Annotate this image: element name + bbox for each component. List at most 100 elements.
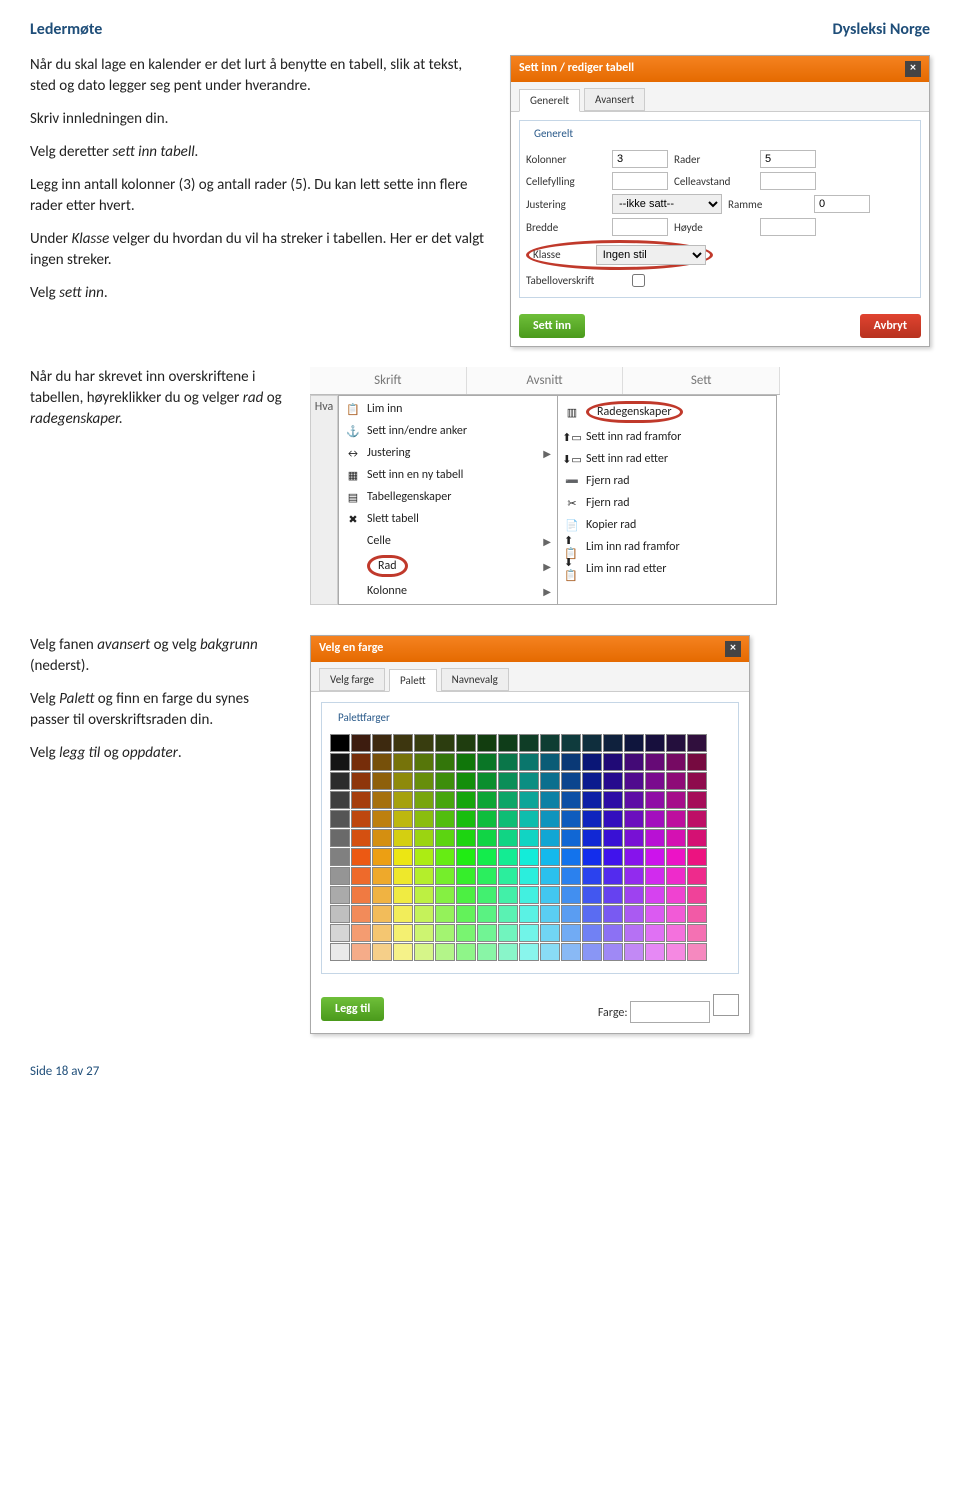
color-swatch[interactable] [624,810,644,828]
color-swatch[interactable] [540,905,560,923]
color-swatch[interactable] [477,886,497,904]
color-swatch[interactable] [603,867,623,885]
color-swatch[interactable] [435,753,455,771]
color-swatch[interactable] [414,924,434,942]
color-swatch[interactable] [393,943,413,961]
menu-item[interactable]: ▥Radegenskaper [558,398,776,426]
color-swatch[interactable] [645,829,665,847]
color-swatch[interactable] [561,848,581,866]
color-dialog-titlebar[interactable]: Velg en farge × [311,636,749,662]
color-swatch[interactable] [540,867,560,885]
color-swatch[interactable] [666,867,686,885]
color-swatch[interactable] [330,905,350,923]
color-swatch[interactable] [372,810,392,828]
color-swatch[interactable] [519,772,539,790]
color-swatch[interactable] [393,810,413,828]
menu-item[interactable]: ↔Justering▶ [339,442,557,464]
color-swatch[interactable] [624,734,644,752]
color-swatch[interactable] [330,924,350,942]
color-swatch[interactable] [372,886,392,904]
dialog-titlebar[interactable]: Sett inn / rediger tabell × [511,56,929,82]
close-icon[interactable]: × [725,641,741,657]
menu-item[interactable]: ✂Fjern rad [558,492,776,514]
color-swatch[interactable] [351,791,371,809]
color-swatch[interactable] [498,810,518,828]
menu-item[interactable]: Celle▶ [339,530,557,552]
color-swatch[interactable] [393,829,413,847]
color-swatch[interactable] [624,848,644,866]
color-swatch[interactable] [372,829,392,847]
close-icon[interactable]: × [905,61,921,77]
color-swatch[interactable] [582,753,602,771]
menu-item[interactable]: ✖Slett tabell [339,508,557,530]
menu-item[interactable]: 📄Kopier rad [558,514,776,536]
input-kolonner[interactable] [612,150,668,168]
tab-skrift[interactable]: Skrift [310,367,467,394]
color-swatch[interactable] [498,772,518,790]
input-celleavstand[interactable] [760,172,816,190]
legg-til-button[interactable]: Legg til [321,997,384,1021]
color-swatch[interactable] [330,753,350,771]
color-swatch[interactable] [351,905,371,923]
color-swatch[interactable] [393,905,413,923]
color-swatch[interactable] [498,753,518,771]
color-swatch[interactable] [393,848,413,866]
sett-inn-button[interactable]: Sett inn [519,314,585,338]
color-swatch[interactable] [687,734,707,752]
color-swatch[interactable] [582,943,602,961]
color-swatch[interactable] [372,943,392,961]
color-swatch[interactable] [456,943,476,961]
color-swatch[interactable] [351,943,371,961]
color-swatch[interactable] [456,734,476,752]
color-swatch[interactable] [603,829,623,847]
color-swatch[interactable] [687,810,707,828]
color-swatch[interactable] [561,772,581,790]
checkbox-tabelloverskrift[interactable] [632,274,645,287]
color-swatch[interactable] [540,848,560,866]
color-swatch[interactable] [519,886,539,904]
color-swatch[interactable] [561,886,581,904]
avbryt-button[interactable]: Avbryt [860,314,921,338]
color-swatch[interactable] [666,772,686,790]
color-swatch[interactable] [372,734,392,752]
color-swatch[interactable] [498,734,518,752]
color-swatch[interactable] [414,905,434,923]
input-bredde[interactable] [612,218,668,236]
color-swatch[interactable] [645,772,665,790]
color-swatch[interactable] [645,848,665,866]
color-swatch[interactable] [666,753,686,771]
color-swatch[interactable] [330,791,350,809]
color-swatch[interactable] [456,791,476,809]
select-justering[interactable]: --ikke satt-- [612,194,722,214]
color-swatch[interactable] [561,924,581,942]
menu-item[interactable]: ⬇📋Lim inn rad etter [558,558,776,580]
color-swatch[interactable] [540,886,560,904]
color-swatch[interactable] [498,924,518,942]
color-swatch[interactable] [624,905,644,923]
color-swatch[interactable] [603,810,623,828]
color-swatch[interactable] [414,734,434,752]
color-swatch[interactable] [645,791,665,809]
color-swatch[interactable] [561,943,581,961]
color-swatch[interactable] [477,867,497,885]
menu-item[interactable]: ➖Fjern rad [558,470,776,492]
color-swatch[interactable] [666,886,686,904]
color-swatch[interactable] [561,791,581,809]
color-swatch[interactable] [330,867,350,885]
color-swatch[interactable] [666,905,686,923]
color-swatch[interactable] [603,943,623,961]
tab-velg-farge[interactable]: Velg farge [319,668,385,691]
color-swatch[interactable] [582,810,602,828]
color-swatch[interactable] [435,829,455,847]
color-swatch[interactable] [624,886,644,904]
color-swatch[interactable] [477,924,497,942]
color-swatch[interactable] [582,734,602,752]
tab-palett[interactable]: Palett [389,669,437,692]
tab-avsnitt[interactable]: Avsnitt [467,367,624,394]
color-swatch[interactable] [498,848,518,866]
color-swatch[interactable] [456,772,476,790]
color-swatch[interactable] [624,867,644,885]
input-rader[interactable] [760,150,816,168]
color-swatch[interactable] [498,886,518,904]
color-swatch[interactable] [477,734,497,752]
